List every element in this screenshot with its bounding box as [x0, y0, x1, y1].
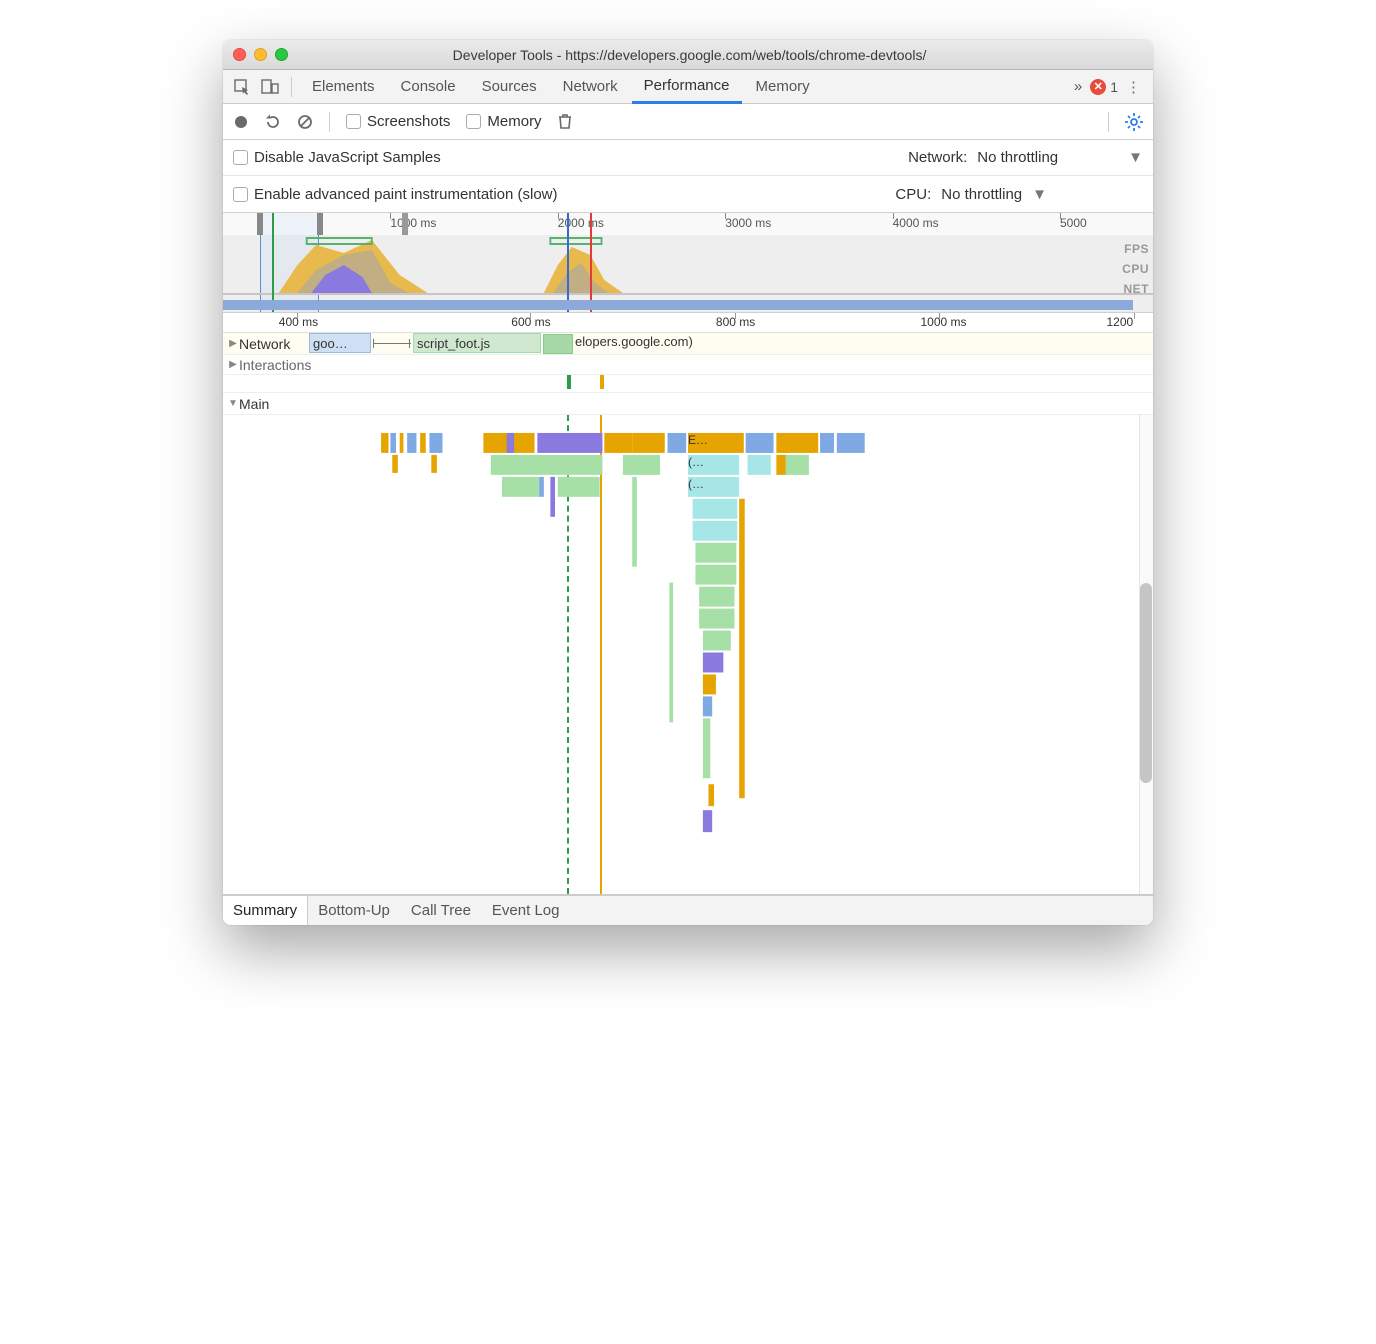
chevron-right-icon: ▶ — [227, 359, 239, 370]
checkbox-disable-js[interactable]: Disable JavaScript Samples — [233, 149, 441, 166]
tab-bottom-up[interactable]: Bottom-Up — [308, 896, 401, 926]
network-request[interactable]: goo… — [309, 333, 371, 353]
network-label: Network: — [908, 149, 967, 166]
flame-label: (… — [688, 477, 704, 491]
checkbox-screenshots[interactable]: Screenshots — [346, 113, 450, 130]
error-count: 1 — [1110, 79, 1118, 95]
gear-icon[interactable] — [1125, 113, 1143, 131]
clear-icon[interactable] — [297, 114, 313, 130]
separator — [329, 112, 330, 132]
more-menu-icon[interactable]: ⋮ — [1120, 78, 1147, 96]
checkbox-memory[interactable]: Memory — [466, 113, 541, 130]
chevron-down-icon: ▼ — [227, 398, 239, 409]
cpu-throttle-select[interactable]: No throttling — [941, 186, 1022, 203]
network-section[interactable]: ▶ Network goo… script_foot.js elopers.go… — [223, 333, 1153, 355]
tabs-overflow[interactable]: » — [1068, 70, 1088, 104]
overview-cpu-chart — [223, 235, 1153, 301]
dcL-marker — [567, 213, 569, 312]
network-url: elopers.google.com) — [575, 334, 693, 349]
scrollbar-thumb[interactable] — [1140, 583, 1152, 783]
record-icon[interactable] — [233, 114, 249, 130]
traffic-lights — [233, 48, 288, 61]
tab-event-log[interactable]: Event Log — [482, 896, 571, 926]
timing-markers — [223, 375, 1153, 393]
inspect-icon[interactable] — [229, 79, 255, 95]
tab-memory[interactable]: Memory — [744, 70, 822, 104]
chevron-right-icon: ▶ — [227, 338, 239, 349]
overview-marker — [402, 213, 408, 235]
overview-net — [223, 300, 1133, 310]
capture-settings: Disable JavaScript Samples Network: No t… — [223, 140, 1153, 213]
cpu-label: CPU: — [895, 186, 931, 203]
selection-handle-left[interactable] — [257, 213, 263, 235]
reload-icon[interactable] — [265, 114, 281, 130]
flame-label: E… — [688, 433, 708, 447]
error-icon: ✕ — [1090, 79, 1106, 95]
overview-ruler: 1000 ms 2000 ms 3000 ms 4000 ms 5000 — [223, 213, 1153, 235]
error-badge[interactable]: ✕ 1 — [1090, 79, 1118, 95]
scrollbar[interactable] — [1139, 415, 1153, 894]
separator — [291, 77, 292, 97]
chevron-down-icon: ▼ — [1032, 186, 1047, 203]
perf-toolbar: Screenshots Memory — [223, 104, 1153, 140]
load-marker — [590, 213, 592, 312]
checkbox-adv-paint[interactable]: Enable advanced paint instrumentation (s… — [233, 186, 558, 203]
tab-console[interactable]: Console — [389, 70, 468, 104]
tab-summary[interactable]: Summary — [223, 896, 308, 926]
main-section-header[interactable]: ▼ Main — [223, 393, 1153, 415]
flame-label: (… — [688, 455, 704, 469]
details-tabbar: Summary Bottom-Up Call Tree Event Log — [223, 895, 1153, 925]
fcp-marker — [272, 213, 274, 312]
window-title: Developer Tools - https://developers.goo… — [296, 47, 1143, 63]
interactions-section[interactable]: ▶ Interactions — [223, 355, 1153, 375]
devtools-window: Developer Tools - https://developers.goo… — [223, 40, 1153, 925]
chevron-down-icon: ▼ — [1128, 149, 1143, 166]
overview-timeline[interactable]: 1000 ms 2000 ms 3000 ms 4000 ms 5000 — [223, 213, 1153, 313]
network-request[interactable]: script_foot.js — [413, 333, 541, 353]
titlebar: Developer Tools - https://developers.goo… — [223, 40, 1153, 70]
network-request[interactable] — [543, 334, 573, 354]
tab-call-tree[interactable]: Call Tree — [401, 896, 482, 926]
tab-performance[interactable]: Performance — [632, 70, 742, 104]
tab-elements[interactable]: Elements — [300, 70, 387, 104]
main-flame-chart[interactable]: E… (… (… — [223, 415, 1153, 895]
flame-ruler[interactable]: 400 ms 600 ms 800 ms 1000 ms 1200 — [223, 313, 1153, 333]
tab-network[interactable]: Network — [551, 70, 630, 104]
separator — [1108, 112, 1109, 132]
maximize-icon[interactable] — [275, 48, 288, 61]
overview-lane-labels: FPS CPU NET — [1122, 239, 1149, 299]
panel-tabbar: Elements Console Sources Network Perform… — [223, 70, 1153, 104]
network-throttle-select[interactable]: No throttling — [977, 149, 1058, 166]
minimize-icon[interactable] — [254, 48, 267, 61]
device-toggle-icon[interactable] — [257, 79, 283, 95]
tab-sources[interactable]: Sources — [470, 70, 549, 104]
trash-icon[interactable] — [558, 114, 572, 130]
selection-handle-right[interactable] — [317, 213, 323, 235]
close-icon[interactable] — [233, 48, 246, 61]
